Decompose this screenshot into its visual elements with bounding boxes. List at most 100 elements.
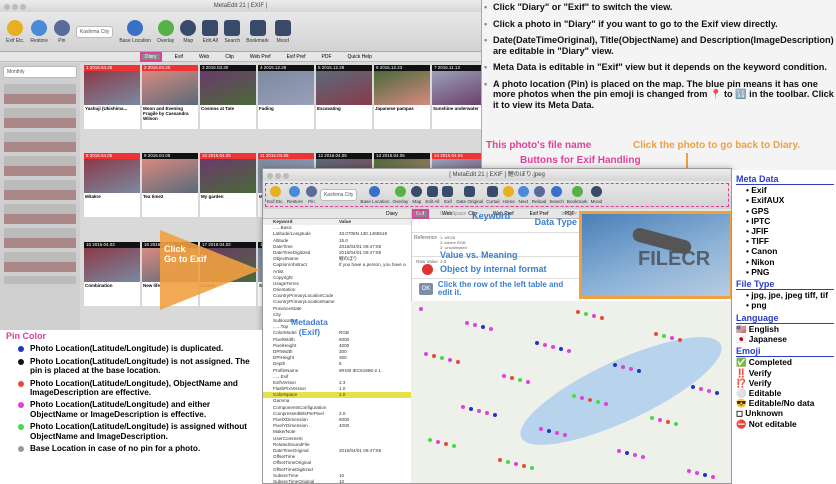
toolbar-button[interactable]: Map	[411, 186, 423, 204]
photo-cell[interactable]: 2 2016.04.25 Moon and Evening Fragile by …	[142, 65, 198, 129]
map-pin[interactable]	[424, 352, 428, 356]
window-controls[interactable]	[267, 172, 291, 184]
map-pin[interactable]	[419, 307, 423, 311]
map-pin[interactable]	[481, 325, 485, 329]
map-pin[interactable]	[551, 345, 555, 349]
tab-diary[interactable]: Diary	[140, 51, 162, 62]
map-pin[interactable]	[662, 334, 666, 338]
toolbar-button[interactable]: Bookmark	[246, 19, 269, 44]
map-pin[interactable]	[666, 420, 670, 424]
tab-exif[interactable]: Exif	[172, 54, 186, 60]
map-pin[interactable]	[580, 396, 584, 400]
location-field[interactable]: Kashima City	[319, 189, 358, 201]
map-pin[interactable]	[572, 394, 576, 398]
photo-cell[interactable]: 15 2016.04.03 Combination	[84, 241, 140, 306]
map-pin[interactable]	[592, 314, 596, 318]
map-pin[interactable]	[699, 387, 703, 391]
map-pin[interactable]	[473, 323, 477, 327]
map-view[interactable]	[411, 301, 731, 483]
photo-cell[interactable]: 6 2015.12.23 Japanese pampas	[374, 65, 430, 129]
toolbar-button[interactable]: Search	[224, 19, 241, 44]
map-pin[interactable]	[637, 369, 641, 373]
map-pin[interactable]	[518, 378, 522, 382]
map-pin[interactable]	[547, 429, 551, 433]
toolbar-button[interactable]: Edit All	[202, 19, 219, 44]
tab-diary[interactable]: Diary	[383, 211, 401, 217]
not-editable-icon[interactable]	[421, 264, 433, 275]
map-pin[interactable]	[440, 356, 444, 360]
map-pin[interactable]	[456, 360, 460, 364]
map-pin[interactable]	[621, 365, 625, 369]
toolbar-button[interactable]: Reload	[532, 186, 546, 204]
map-pin[interactable]	[485, 411, 489, 415]
map-pin[interactable]	[711, 475, 715, 479]
toolbar-button[interactable]: Overlay	[157, 19, 174, 44]
toolbar-button[interactable]: Date Original	[456, 186, 483, 204]
toolbar-button[interactable]: Mood	[591, 186, 602, 204]
toolbar-button[interactable]: Home	[503, 186, 515, 204]
location-field[interactable]: Kashima City	[75, 25, 114, 38]
map-pin[interactable]	[633, 453, 637, 457]
tab-pdf[interactable]: PDF	[319, 54, 335, 60]
map-pin[interactable]	[444, 442, 448, 446]
tab-quick-help[interactable]: Quick Help	[345, 54, 375, 60]
toolbar-button[interactable]: Overlay	[393, 186, 408, 204]
toolbar-button[interactable]: Exif Etc.	[6, 19, 24, 44]
map-pin[interactable]	[506, 460, 510, 464]
toolbar-button[interactable]: Map	[180, 19, 197, 44]
map-pin[interactable]	[687, 469, 691, 473]
map-pin[interactable]	[522, 464, 526, 468]
toolbar-button[interactable]: Base Location	[360, 186, 390, 204]
photo-cell[interactable]: 4 2015.12.28 Fading	[258, 65, 314, 129]
map-pin[interactable]	[641, 455, 645, 459]
map-pin[interactable]	[502, 374, 506, 378]
map-pin[interactable]	[678, 338, 682, 342]
toolbar-button[interactable]: Exif	[442, 186, 454, 204]
map-pin[interactable]	[604, 402, 608, 406]
map-pin[interactable]	[695, 471, 699, 475]
map-pin[interactable]	[650, 416, 654, 420]
toolbar-button[interactable]: Next	[517, 186, 529, 204]
map-pin[interactable]	[530, 466, 534, 470]
map-pin[interactable]	[465, 321, 469, 325]
photo-cell[interactable]: 5 2015.12.28 Excavating	[316, 65, 372, 129]
map-pin[interactable]	[461, 405, 465, 409]
map-pin[interactable]	[674, 422, 678, 426]
table-row[interactable]: SubsecTimeOriginal 10	[263, 479, 411, 483]
map-pin[interactable]	[539, 427, 543, 431]
photo-cell[interactable]: 1 2016.04.25 Yashuji (Ukishima...	[84, 65, 140, 129]
toolbar-button[interactable]: Search	[549, 186, 564, 204]
toolbar-button[interactable]: Base Location	[119, 19, 151, 44]
toolbar-button[interactable]: Pin	[305, 186, 317, 204]
map-pin[interactable]	[567, 349, 571, 353]
photo-cell[interactable]: 10 2016.04.05 My garden	[200, 153, 256, 218]
timeline-thumbnails[interactable]	[4, 84, 76, 284]
map-pin[interactable]	[510, 376, 514, 380]
toolbar-button[interactable]: Curtail	[486, 186, 500, 204]
map-pin[interactable]	[469, 407, 473, 411]
tab-web[interactable]: Web	[196, 54, 212, 60]
map-pin[interactable]	[514, 462, 518, 466]
toolbar-button[interactable]: Edit All	[425, 186, 439, 204]
map-pin[interactable]	[613, 363, 617, 367]
map-pin[interactable]	[617, 449, 621, 453]
toolbar-button[interactable]: Restore	[30, 19, 48, 44]
ok-button[interactable]: OK	[414, 283, 438, 295]
map-pin[interactable]	[535, 341, 539, 345]
toolbar-button[interactable]: Restore	[287, 186, 303, 204]
map-pin[interactable]	[629, 367, 633, 371]
map-pin[interactable]	[625, 451, 629, 455]
map-pin[interactable]	[559, 347, 563, 351]
map-pin[interactable]	[428, 438, 432, 442]
toolbar-button[interactable]: Bookmark	[567, 186, 588, 204]
map-pin[interactable]	[489, 327, 493, 331]
map-pin[interactable]	[588, 398, 592, 402]
tab-exif-pref[interactable]: Exif Pref	[284, 54, 309, 60]
map-pin[interactable]	[596, 400, 600, 404]
map-pin[interactable]	[436, 440, 440, 444]
map-pin[interactable]	[543, 343, 547, 347]
map-pin[interactable]	[493, 413, 497, 417]
map-pin[interactable]	[448, 358, 452, 362]
map-pin[interactable]	[452, 444, 456, 448]
map-pin[interactable]	[526, 380, 530, 384]
